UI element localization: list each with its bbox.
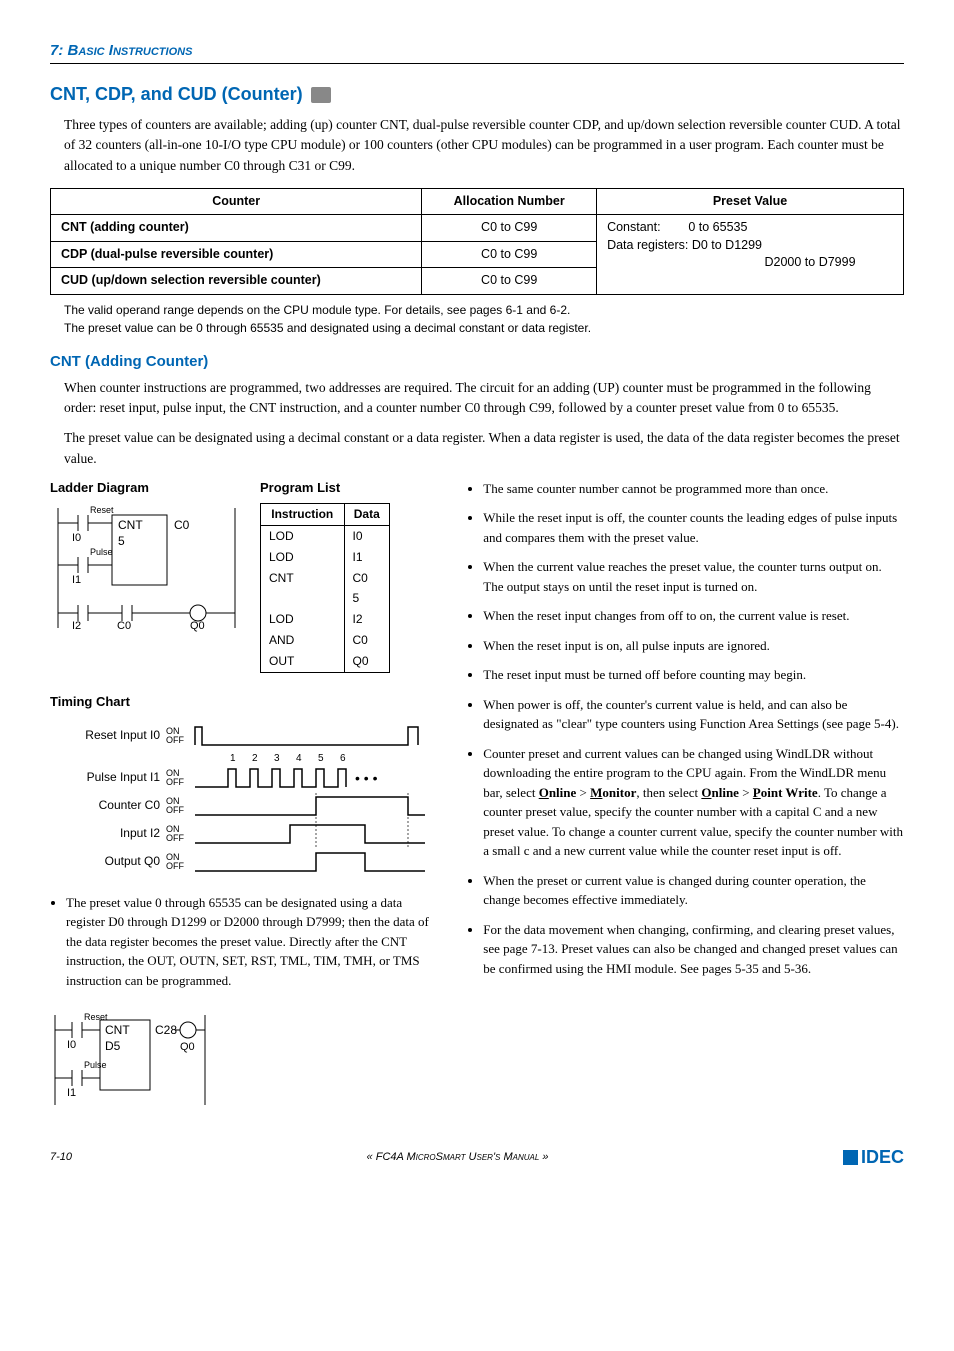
svg-text:Q0: Q0 [190,620,205,632]
th-preset: Preset Value [597,188,904,215]
svg-text:• • •: • • • [355,770,378,786]
footer-center: « FC4A MicroSmart User's Manual » [367,1150,549,1165]
row3-alloc: C0 to C99 [422,268,597,295]
section-header: 7: Basic Instructions [50,40,904,64]
note-1: The valid operand range depends on the C… [64,301,904,319]
counter-table: Counter Allocation Number Preset Value C… [50,188,904,295]
svg-text:5: 5 [318,753,324,764]
bullet-online: Counter preset and current values can be… [483,744,904,861]
row2-counter: CDP (dual-pulse reversible counter) [51,241,422,268]
svg-text:I0: I0 [72,532,81,544]
svg-text:4: 4 [296,753,302,764]
note-2: The preset value can be 0 through 65535 … [64,319,904,337]
row3-counter: CUD (up/down selection reversible counte… [51,268,422,295]
cnt-heading: CNT (Adding Counter) [50,351,904,372]
program-list-table: Instruction Data LODI0 LODI1 CNTC0 5 LOD… [260,503,390,672]
svg-text:1: 1 [230,753,236,764]
svg-text:D5: D5 [105,1039,121,1053]
preset-cell: Constant: 0 to 65535 Data registers: D0 … [597,215,904,295]
title-text: CNT, CDP, and CUD (Counter) [50,82,303,107]
row1-alloc: C0 to C99 [422,215,597,242]
svg-text:I1: I1 [67,1087,76,1099]
timing-chart: Reset Input I0 ONOFF 1 2 3 4 5 6 [50,723,437,875]
row1-counter: CNT (adding counter) [51,215,422,242]
page-title: CNT, CDP, and CUD (Counter) [50,82,904,107]
ladder-diagram-1: Reset I0 Pulse I1 CNT 5 C0 [50,503,240,633]
intro-paragraph: Three types of counters are available; a… [64,115,904,176]
svg-text:CNT: CNT [118,518,143,532]
th-alloc: Allocation Number [422,188,597,215]
svg-text:6: 6 [340,753,346,764]
svg-text:I0: I0 [67,1039,76,1051]
plist-heading: Program List [260,479,390,497]
note-block: The valid operand range depends on the C… [64,301,904,337]
svg-text:I1: I1 [72,574,81,586]
svg-text:C0: C0 [174,518,190,532]
timing-heading: Timing Chart [50,693,437,711]
svg-text:5: 5 [118,534,125,548]
svg-text:Pulse: Pulse [84,1060,107,1070]
section-title: Basic Instructions [68,42,193,59]
cnt-body-2: The preset value can be designated using… [64,428,904,469]
svg-text:2: 2 [252,753,258,764]
svg-text:Q0: Q0 [180,1041,195,1053]
left-bullet: The preset value 0 through 65535 can be … [66,893,437,991]
svg-text:C0: C0 [117,620,131,632]
svg-text:Reset: Reset [90,505,114,515]
th-counter: Counter [51,188,422,215]
svg-text:CNT: CNT [105,1023,130,1037]
idec-logo: IDEC [843,1145,904,1170]
ladder-heading: Ladder Diagram [50,479,240,497]
ladder-diagram-2: Reset I0 Pulse I1 CNT D5 C28 Q0 [50,1010,210,1110]
calculator-icon [311,87,331,103]
section-number: 7: [50,42,63,59]
page-number: 7-10 [50,1150,72,1165]
svg-text:I2: I2 [72,620,81,632]
svg-text:Pulse: Pulse [90,547,113,557]
cnt-body-1: When counter instructions are programmed… [64,378,904,419]
row2-alloc: C0 to C99 [422,241,597,268]
logo-square-icon [843,1150,858,1165]
svg-text:3: 3 [274,753,280,764]
right-bullets: The same counter number cannot be progra… [467,479,904,979]
footer: 7-10 « FC4A MicroSmart User's Manual » I… [50,1145,904,1170]
